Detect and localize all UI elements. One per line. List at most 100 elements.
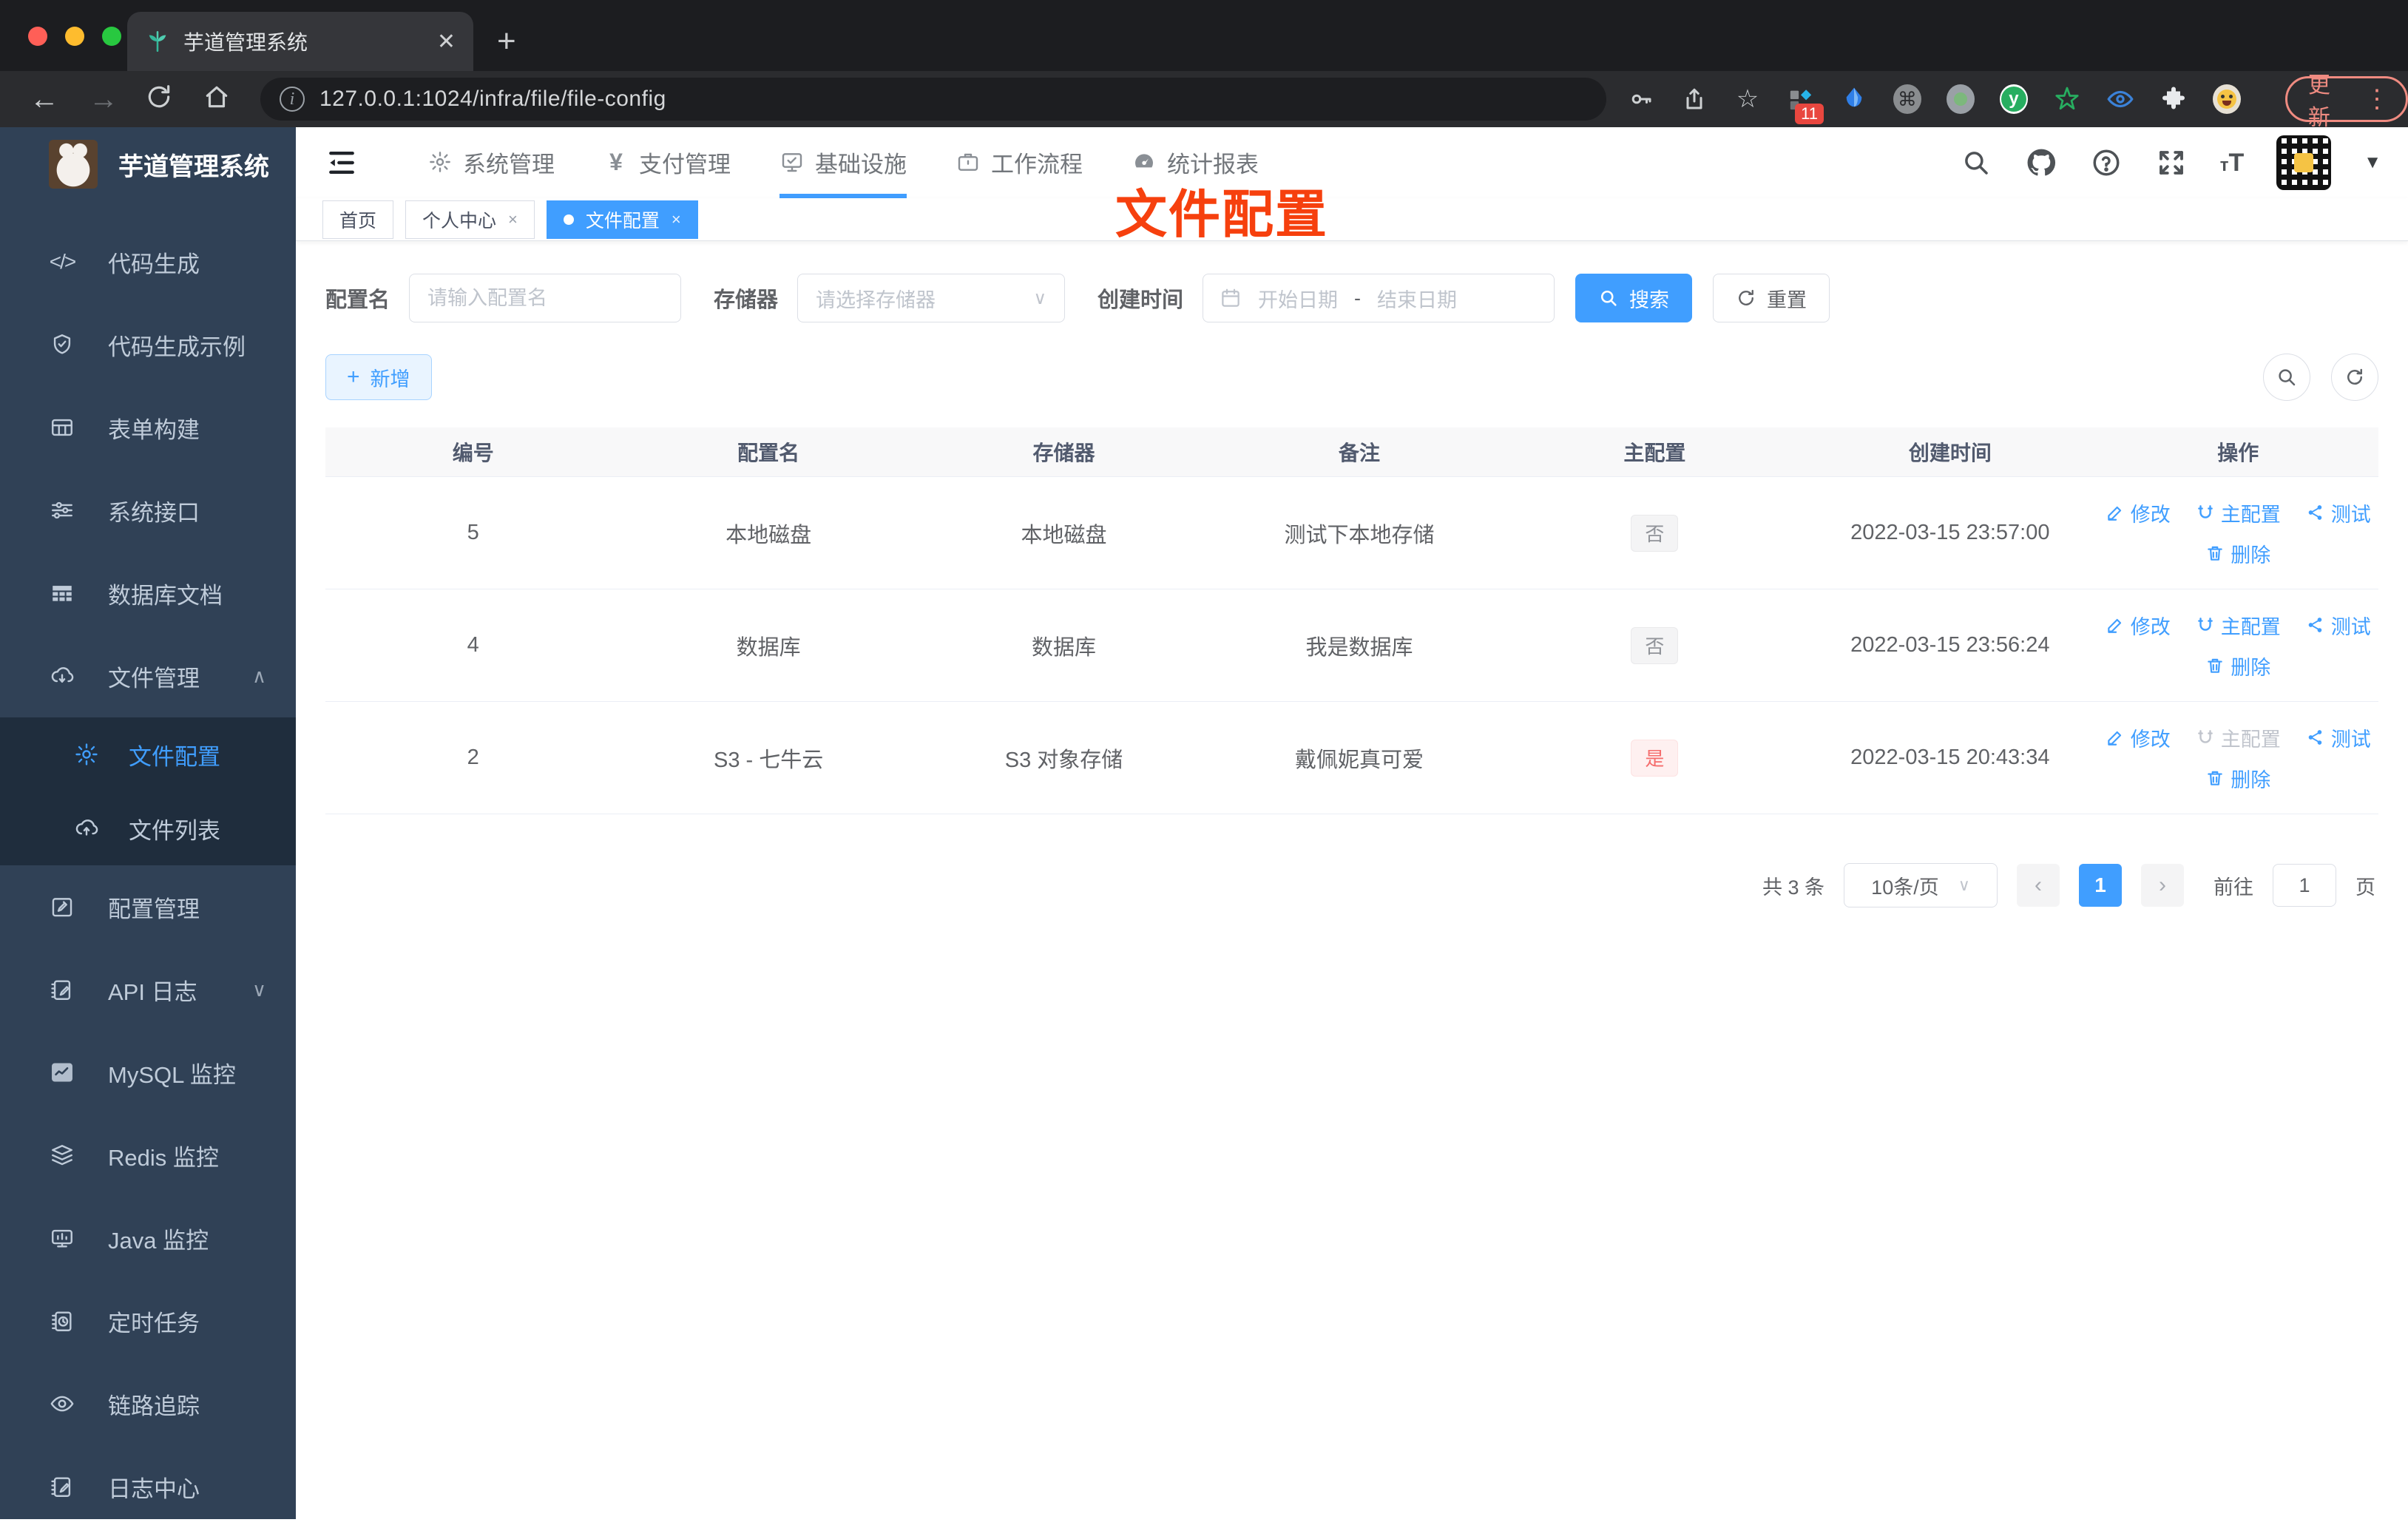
sidebar-item-label: MySQL 监控 <box>108 1061 236 1088</box>
sidebar-item-db-doc[interactable]: 数据库文档 <box>0 552 296 635</box>
new-tab-button[interactable]: + <box>497 19 516 64</box>
edit-link[interactable]: 修改 <box>2106 611 2171 640</box>
github-icon[interactable] <box>2025 146 2057 179</box>
edit-link[interactable]: 修改 <box>2106 723 2171 752</box>
next-page-button[interactable]: › <box>2141 864 2184 907</box>
nav-item-system[interactable]: 系统管理 <box>427 127 555 198</box>
close-icon[interactable]: × <box>508 210 518 229</box>
minimize-window-button[interactable] <box>65 27 84 46</box>
test-link[interactable]: 测试 <box>2306 611 2371 640</box>
page-size-select[interactable]: 10条/页 ∨ <box>1844 863 1998 907</box>
window-controls[interactable] <box>28 27 121 46</box>
sidebar-item-system-api[interactable]: 系统接口 <box>0 469 296 552</box>
back-icon[interactable]: ← <box>30 84 59 114</box>
close-icon[interactable]: × <box>672 210 681 229</box>
test-link[interactable]: 测试 <box>2306 498 2371 527</box>
nav-item-workflow[interactable]: 工作流程 <box>956 127 1083 198</box>
sidebar-logo[interactable]: 芋道管理系统 <box>0 127 296 201</box>
sidebar-item-file-list[interactable]: 文件列表 <box>0 791 296 865</box>
master-config-link[interactable]: 主配置 <box>2196 498 2281 527</box>
name-filter-input[interactable] <box>409 274 682 322</box>
fullscreen-icon[interactable] <box>2155 146 2188 179</box>
cell-storage: 数据库 <box>1032 635 1097 660</box>
tag-home[interactable]: 首页 <box>322 200 394 239</box>
chevron-down-icon[interactable]: ▼ <box>2364 152 2381 173</box>
sidebar-item-api-log[interactable]: API 日志 ∨ <box>0 948 296 1031</box>
master-config-link[interactable]: 主配置 <box>2196 611 2281 640</box>
nav-item-pay[interactable]: ¥ 支付管理 <box>603 127 731 198</box>
tag-profile[interactable]: 个人中心 × <box>405 200 535 239</box>
date-range-picker[interactable]: 开始日期 - 结束日期 <box>1203 274 1555 322</box>
sidebar-item-label: 文件配置 <box>129 743 220 770</box>
sidebar-item-code-gen[interactable]: </> 代码生成 <box>0 220 296 303</box>
sidebar-item-mysql-monitor[interactable]: MySQL 监控 <box>0 1031 296 1114</box>
bookmark-star-icon[interactable]: ☆ <box>1734 84 1762 114</box>
zoom-window-button[interactable] <box>102 27 121 46</box>
sidebar-item-redis-monitor[interactable]: Redis 监控 <box>0 1114 296 1197</box>
chrome-update-button[interactable]: 更新 ⋮ <box>2284 73 2408 130</box>
profile-emoji-icon[interactable] <box>2212 84 2241 114</box>
add-button[interactable]: + 新增 <box>325 354 432 400</box>
extension-command-icon[interactable]: ⌘ <box>1893 84 1921 114</box>
home-icon[interactable] <box>203 83 231 116</box>
sidebar-item-label: 数据库文档 <box>108 582 223 609</box>
sidebar-item-config-manage[interactable]: 配置管理 <box>0 865 296 948</box>
sidebar-submenu-file: 文件配置 文件列表 <box>0 717 296 865</box>
extension-green-star-icon[interactable] <box>2053 84 2081 114</box>
collapse-sidebar-icon[interactable] <box>325 146 358 179</box>
font-size-icon[interactable]: тT <box>2220 149 2245 178</box>
sidebar-item-code-demo[interactable]: 代码生成示例 <box>0 303 296 386</box>
password-key-icon[interactable] <box>1627 84 1655 114</box>
close-window-button[interactable] <box>28 27 47 46</box>
table-row: 5 本地磁盘 本地磁盘 测试下本地存储 否 2022-03-15 23:57:0… <box>325 476 2378 589</box>
sidebar-item-trace[interactable]: 链路追踪 <box>0 1362 296 1445</box>
search-button[interactable]: 搜索 <box>1575 274 1693 322</box>
chevron-down-icon: ∨ <box>1958 876 1970 894</box>
sidebar-item-log-center[interactable]: 日志中心 <box>0 1445 296 1528</box>
reload-icon[interactable] <box>145 83 173 116</box>
share-icon[interactable] <box>1680 84 1708 114</box>
delete-link[interactable]: 删除 <box>2205 764 2270 793</box>
extension-y-icon[interactable]: y <box>1999 84 2028 114</box>
cell-name: S3 - 七牛云 <box>714 748 824 772</box>
extension-tag-manager-icon[interactable]: 11 <box>1787 84 1824 124</box>
search-icon[interactable] <box>1960 146 1992 179</box>
address-bar[interactable]: i 127.0.0.1:1024/infra/file/file-config <box>260 78 1606 121</box>
tab-close-icon[interactable]: ✕ <box>437 29 456 55</box>
refresh-table-button[interactable] <box>2331 354 2378 401</box>
avatar[interactable] <box>2276 135 2332 190</box>
goto-page-input[interactable] <box>2273 864 2336 907</box>
plus-icon: + <box>347 365 360 389</box>
site-info-icon[interactable]: i <box>280 87 305 112</box>
sidebar-item-file-config[interactable]: 文件配置 <box>0 717 296 791</box>
tag-file-config[interactable]: 文件配置 × <box>546 200 698 239</box>
delete-link[interactable]: 删除 <box>2205 652 2270 680</box>
extensions-puzzle-icon[interactable] <box>2160 84 2188 114</box>
show-search-toggle-button[interactable] <box>2263 354 2310 401</box>
url-text[interactable]: 127.0.0.1:1024/infra/file/file-config <box>319 87 666 112</box>
extension-eye-icon[interactable] <box>2106 84 2134 114</box>
reset-button[interactable]: 重置 <box>1713 274 1830 322</box>
sidebar-item-java-monitor[interactable]: Java 监控 <box>0 1197 296 1279</box>
magnet-icon <box>2197 730 2213 743</box>
nav-item-infra[interactable]: 基础设施 <box>779 127 907 198</box>
cell-name: 数据库 <box>736 635 801 660</box>
extension-drop-icon[interactable] <box>1840 84 1868 114</box>
sidebar-item-file-manage[interactable]: 文件管理 ∧ <box>0 635 296 717</box>
browser-tab[interactable]: 芋道管理系统 ✕ <box>127 12 473 71</box>
sidebar-item-scheduled-task[interactable]: 定时任务 <box>0 1279 296 1362</box>
prev-page-button[interactable]: ‹ <box>2017 864 2060 907</box>
extension-grey-dot-icon[interactable] <box>1946 84 1975 114</box>
sidebar-menu-top: </> 代码生成 代码生成示例 表单构建 系统接口 数据库文档 文件管理 ∧ <box>0 220 296 717</box>
forward-icon[interactable]: → <box>89 84 118 114</box>
delete-link[interactable]: 删除 <box>2205 539 2270 568</box>
edit-link[interactable]: 修改 <box>2106 498 2171 527</box>
storage-filter-select[interactable]: 请选择存储器 ∨ <box>797 274 1066 322</box>
sidebar-item-label: 文件列表 <box>129 817 220 844</box>
browser-menu-icon[interactable]: ⋮ <box>2364 84 2390 114</box>
sidebar-item-form-builder[interactable]: 表单构建 <box>0 386 296 469</box>
help-icon[interactable] <box>2090 146 2123 179</box>
current-page-button[interactable]: 1 <box>2079 864 2122 907</box>
test-link[interactable]: 测试 <box>2306 723 2371 752</box>
cell-id: 2 <box>467 746 479 769</box>
